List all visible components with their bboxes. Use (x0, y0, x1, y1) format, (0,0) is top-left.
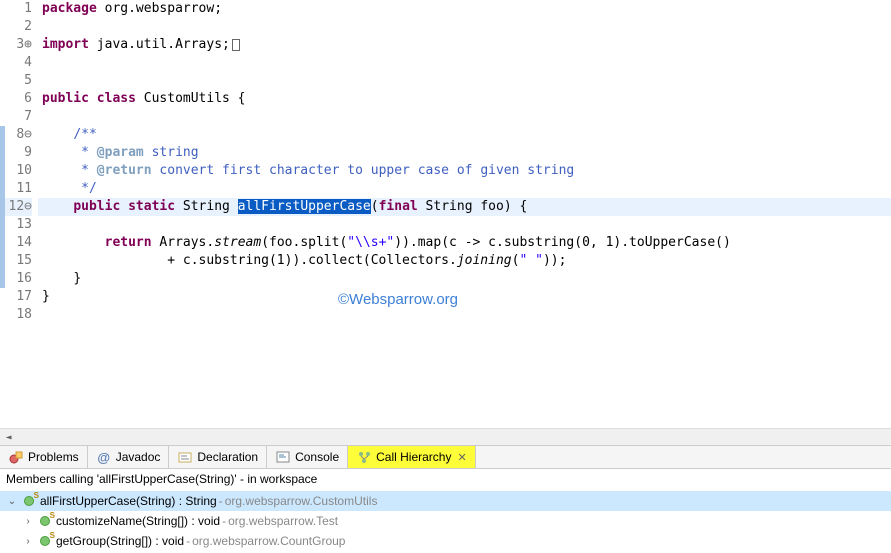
call-hierarchy-tree[interactable]: ⌄ S allFirstUpperCase(String) : String -… (0, 489, 891, 553)
line-number: 7 (0, 108, 32, 126)
tree-node-name: getGroup(String[]) : void (56, 534, 184, 548)
tab-console[interactable]: Console (267, 446, 348, 468)
code-area[interactable]: package org.websparrow; import java.util… (38, 0, 891, 428)
method-public-static-icon: S (38, 513, 54, 529)
tab-label: Problems (28, 450, 79, 464)
tab-label: Declaration (197, 450, 258, 464)
collapse-icon[interactable]: ⌄ (4, 496, 20, 507)
tree-child-node[interactable]: › S getGroup(String[]) : void - org.webs… (0, 531, 891, 551)
selected-method-name[interactable]: allFirstUpperCase (238, 199, 371, 214)
expand-icon[interactable]: › (20, 536, 36, 547)
line-number: 6 (0, 90, 32, 108)
tab-label: Console (295, 450, 339, 464)
tree-node-name: customizeName(String[]) : void (56, 514, 220, 528)
tree-node-name: allFirstUpperCase(String) : String (40, 494, 217, 508)
method-public-static-icon: S (38, 533, 54, 549)
tab-label: Javadoc (116, 450, 161, 464)
line-number: 1 (0, 0, 32, 18)
problems-icon (8, 449, 24, 465)
scroll-left-arrow[interactable]: ◄ (0, 429, 17, 446)
line-number: 3⊕ (0, 36, 32, 54)
horizontal-scrollbar[interactable]: ◄ (0, 428, 891, 445)
line-number: 5 (0, 72, 32, 90)
views-tab-bar: Problems @ Javadoc Declaration Console C… (0, 445, 891, 469)
tab-javadoc[interactable]: @ Javadoc (88, 446, 170, 468)
tab-call-hierarchy[interactable]: Call Hierarchy ✕ (348, 446, 476, 468)
tab-problems[interactable]: Problems (0, 446, 88, 468)
line-number: 2 (0, 18, 32, 36)
tab-declaration[interactable]: Declaration (169, 446, 267, 468)
tab-label: Call Hierarchy (376, 450, 451, 464)
tree-node-location: org.websparrow.Test (228, 514, 338, 528)
javadoc-icon: @ (96, 449, 112, 465)
call-hierarchy-icon (356, 449, 372, 465)
expand-icon[interactable]: › (20, 516, 36, 527)
change-marker (0, 126, 5, 288)
tree-node-location: org.websparrow.CustomUtils (225, 494, 378, 508)
tree-child-node[interactable]: › S customizeName(String[]) : void - org… (0, 511, 891, 531)
tree-node-location: org.websparrow.CountGroup (192, 534, 345, 548)
tree-root-node[interactable]: ⌄ S allFirstUpperCase(String) : String -… (0, 491, 891, 511)
declaration-icon (177, 449, 193, 465)
folded-indicator[interactable] (232, 39, 240, 51)
method-public-static-icon: S (22, 493, 38, 509)
code-editor[interactable]: 1 2 3⊕ 4 5 6 7 8⊖ 9 10 11 12⊖ 13 14 15 1… (0, 0, 891, 428)
line-number: 18 (0, 306, 32, 324)
line-number: 17 (0, 288, 32, 306)
line-number: 4 (0, 54, 32, 72)
panel-title: Members calling 'allFirstUpperCase(Strin… (0, 469, 891, 489)
watermark-text: ©Websparrow.org (338, 291, 458, 308)
close-icon[interactable]: ✕ (455, 451, 466, 464)
line-number-gutter: 1 2 3⊕ 4 5 6 7 8⊖ 9 10 11 12⊖ 13 14 15 1… (0, 0, 38, 428)
console-icon (275, 449, 291, 465)
